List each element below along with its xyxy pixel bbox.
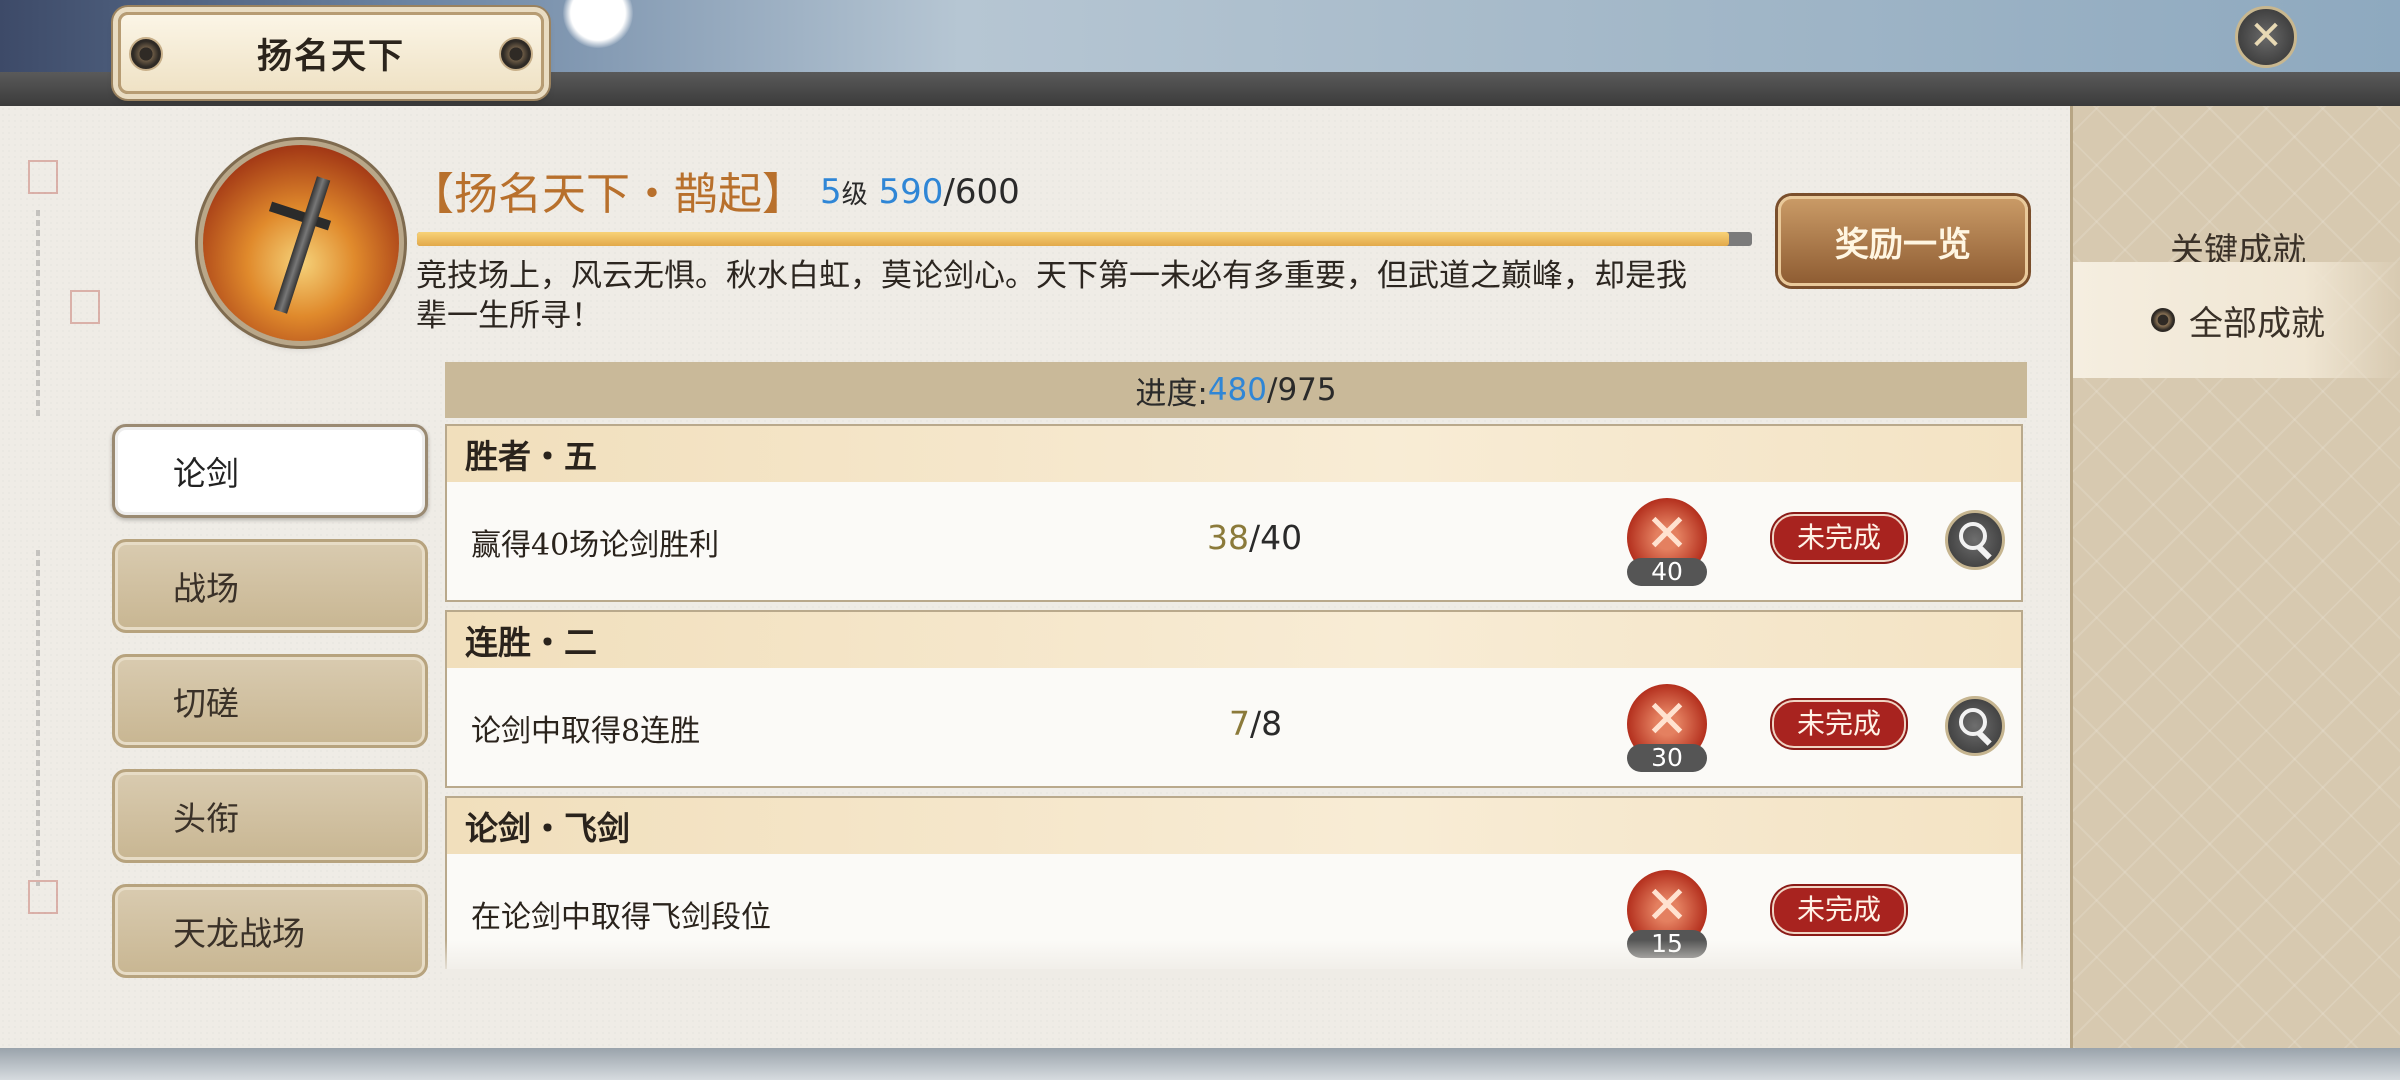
reward-list-button[interactable]: 奖励一览 — [1778, 196, 2028, 286]
achievement-item-desc: 论剑中取得8连胜 — [471, 714, 701, 749]
status-badge: 未完成 — [1772, 700, 1906, 748]
reward-points-badge-icon: ✕ 40 — [1627, 498, 1707, 586]
selected-knot-icon — [2151, 308, 2175, 332]
progress-total: /975 — [1267, 372, 1337, 408]
achievement-item-name: 胜者・五 — [447, 426, 2021, 482]
reward-points-badge-icon: ✕15 — [1627, 870, 1707, 958]
level-unit: 级 — [841, 180, 868, 210]
overall-progress: 进度: 480/975 — [445, 362, 2027, 418]
tab-all-achievements[interactable]: 全部成就 — [2073, 262, 2400, 378]
xp-progress-fill — [417, 232, 1730, 246]
achievement-title: 【扬名天下・鹊起】 — [410, 169, 806, 220]
count-total: /40 — [1249, 518, 1303, 557]
reward-points: 30 — [1627, 744, 1707, 772]
progress-label: 进度: — [1135, 375, 1208, 412]
achievement-item: 胜者・五 赢得40场论剑胜利 38/40 ✕ 40 未完成 — [445, 424, 2023, 602]
right-sidebar: 关键成就 全部成就 — [2070, 106, 2400, 1048]
achievement-medal-icon — [203, 145, 399, 341]
tab-touxian[interactable]: 头衔 — [112, 769, 428, 863]
close-button[interactable]: ✕ — [2235, 6, 2297, 68]
xp-progress-bar — [417, 232, 1752, 246]
tab-label: 切磋 — [173, 684, 239, 723]
tab-label: 全部成就 — [2189, 303, 2325, 344]
list-fade — [445, 940, 2027, 976]
tab-zhanchang[interactable]: 战场 — [112, 539, 428, 633]
tab-label: 论剑 — [173, 454, 239, 493]
tab-label: 战场 — [173, 569, 239, 608]
ornament-knot-icon — [499, 37, 533, 71]
count-total: /8 — [1250, 704, 1283, 743]
tab-lunjian[interactable]: 论剑 — [112, 424, 428, 518]
status-badge: 未完成 — [1772, 886, 1906, 934]
status-badge: 未完成 — [1772, 514, 1906, 562]
xp-total: /600 — [943, 172, 1020, 212]
level-value: 5 — [820, 172, 842, 212]
footer-band — [0, 1048, 2400, 1080]
reward-points: 40 — [1627, 558, 1707, 586]
achievement-item-desc: 在论剑中取得飞剑段位 — [471, 900, 771, 935]
search-button[interactable] — [1945, 510, 2005, 570]
window-title-plaque: 扬名天下 — [118, 12, 544, 94]
achievement-item-name: 论剑・飞剑 — [447, 798, 2021, 854]
count-current: 38 — [1207, 518, 1249, 557]
count-current: 7 — [1229, 704, 1250, 743]
tab-qiecuo[interactable]: 切磋 — [112, 654, 428, 748]
search-button[interactable] — [1945, 696, 2005, 756]
achievement-description: 竞技场上，风云无惧。秋水白虹，莫论剑心。天下第一未必有多重要，但武道之巅峰，却是… — [416, 258, 1687, 334]
achievement-level: 5级 590/600 — [820, 172, 1020, 212]
achievement-item-desc: 赢得40场论剑胜利 — [471, 528, 720, 563]
achievement-item-count: 7/8 — [1229, 704, 1282, 743]
tab-label: 天龙战场 — [173, 914, 305, 953]
achievement-list[interactable]: 胜者・五 赢得40场论剑胜利 38/40 ✕ 40 未完成 连胜・二 论剑中取得8… — [445, 424, 2027, 969]
achievement-item-count: 38/40 — [1207, 518, 1302, 557]
ornament-knot-icon — [129, 37, 163, 71]
close-icon: ✕ — [2249, 13, 2283, 59]
achievement-item-name: 连胜・二 — [447, 612, 2021, 668]
tab-label: 头衔 — [173, 799, 239, 838]
reward-points-badge-icon: ✕ 30 — [1627, 684, 1707, 772]
xp-current: 590 — [878, 172, 944, 212]
achievement-item: 连胜・二 论剑中取得8连胜 7/8 ✕ 30 未完成 — [445, 610, 2023, 788]
calligraphy-decoration — [22, 160, 100, 920]
progress-current: 480 — [1207, 372, 1267, 408]
tab-tianlong-zhanchang[interactable]: 天龙战场 — [112, 884, 428, 978]
window-title: 扬名天下 — [256, 35, 405, 77]
